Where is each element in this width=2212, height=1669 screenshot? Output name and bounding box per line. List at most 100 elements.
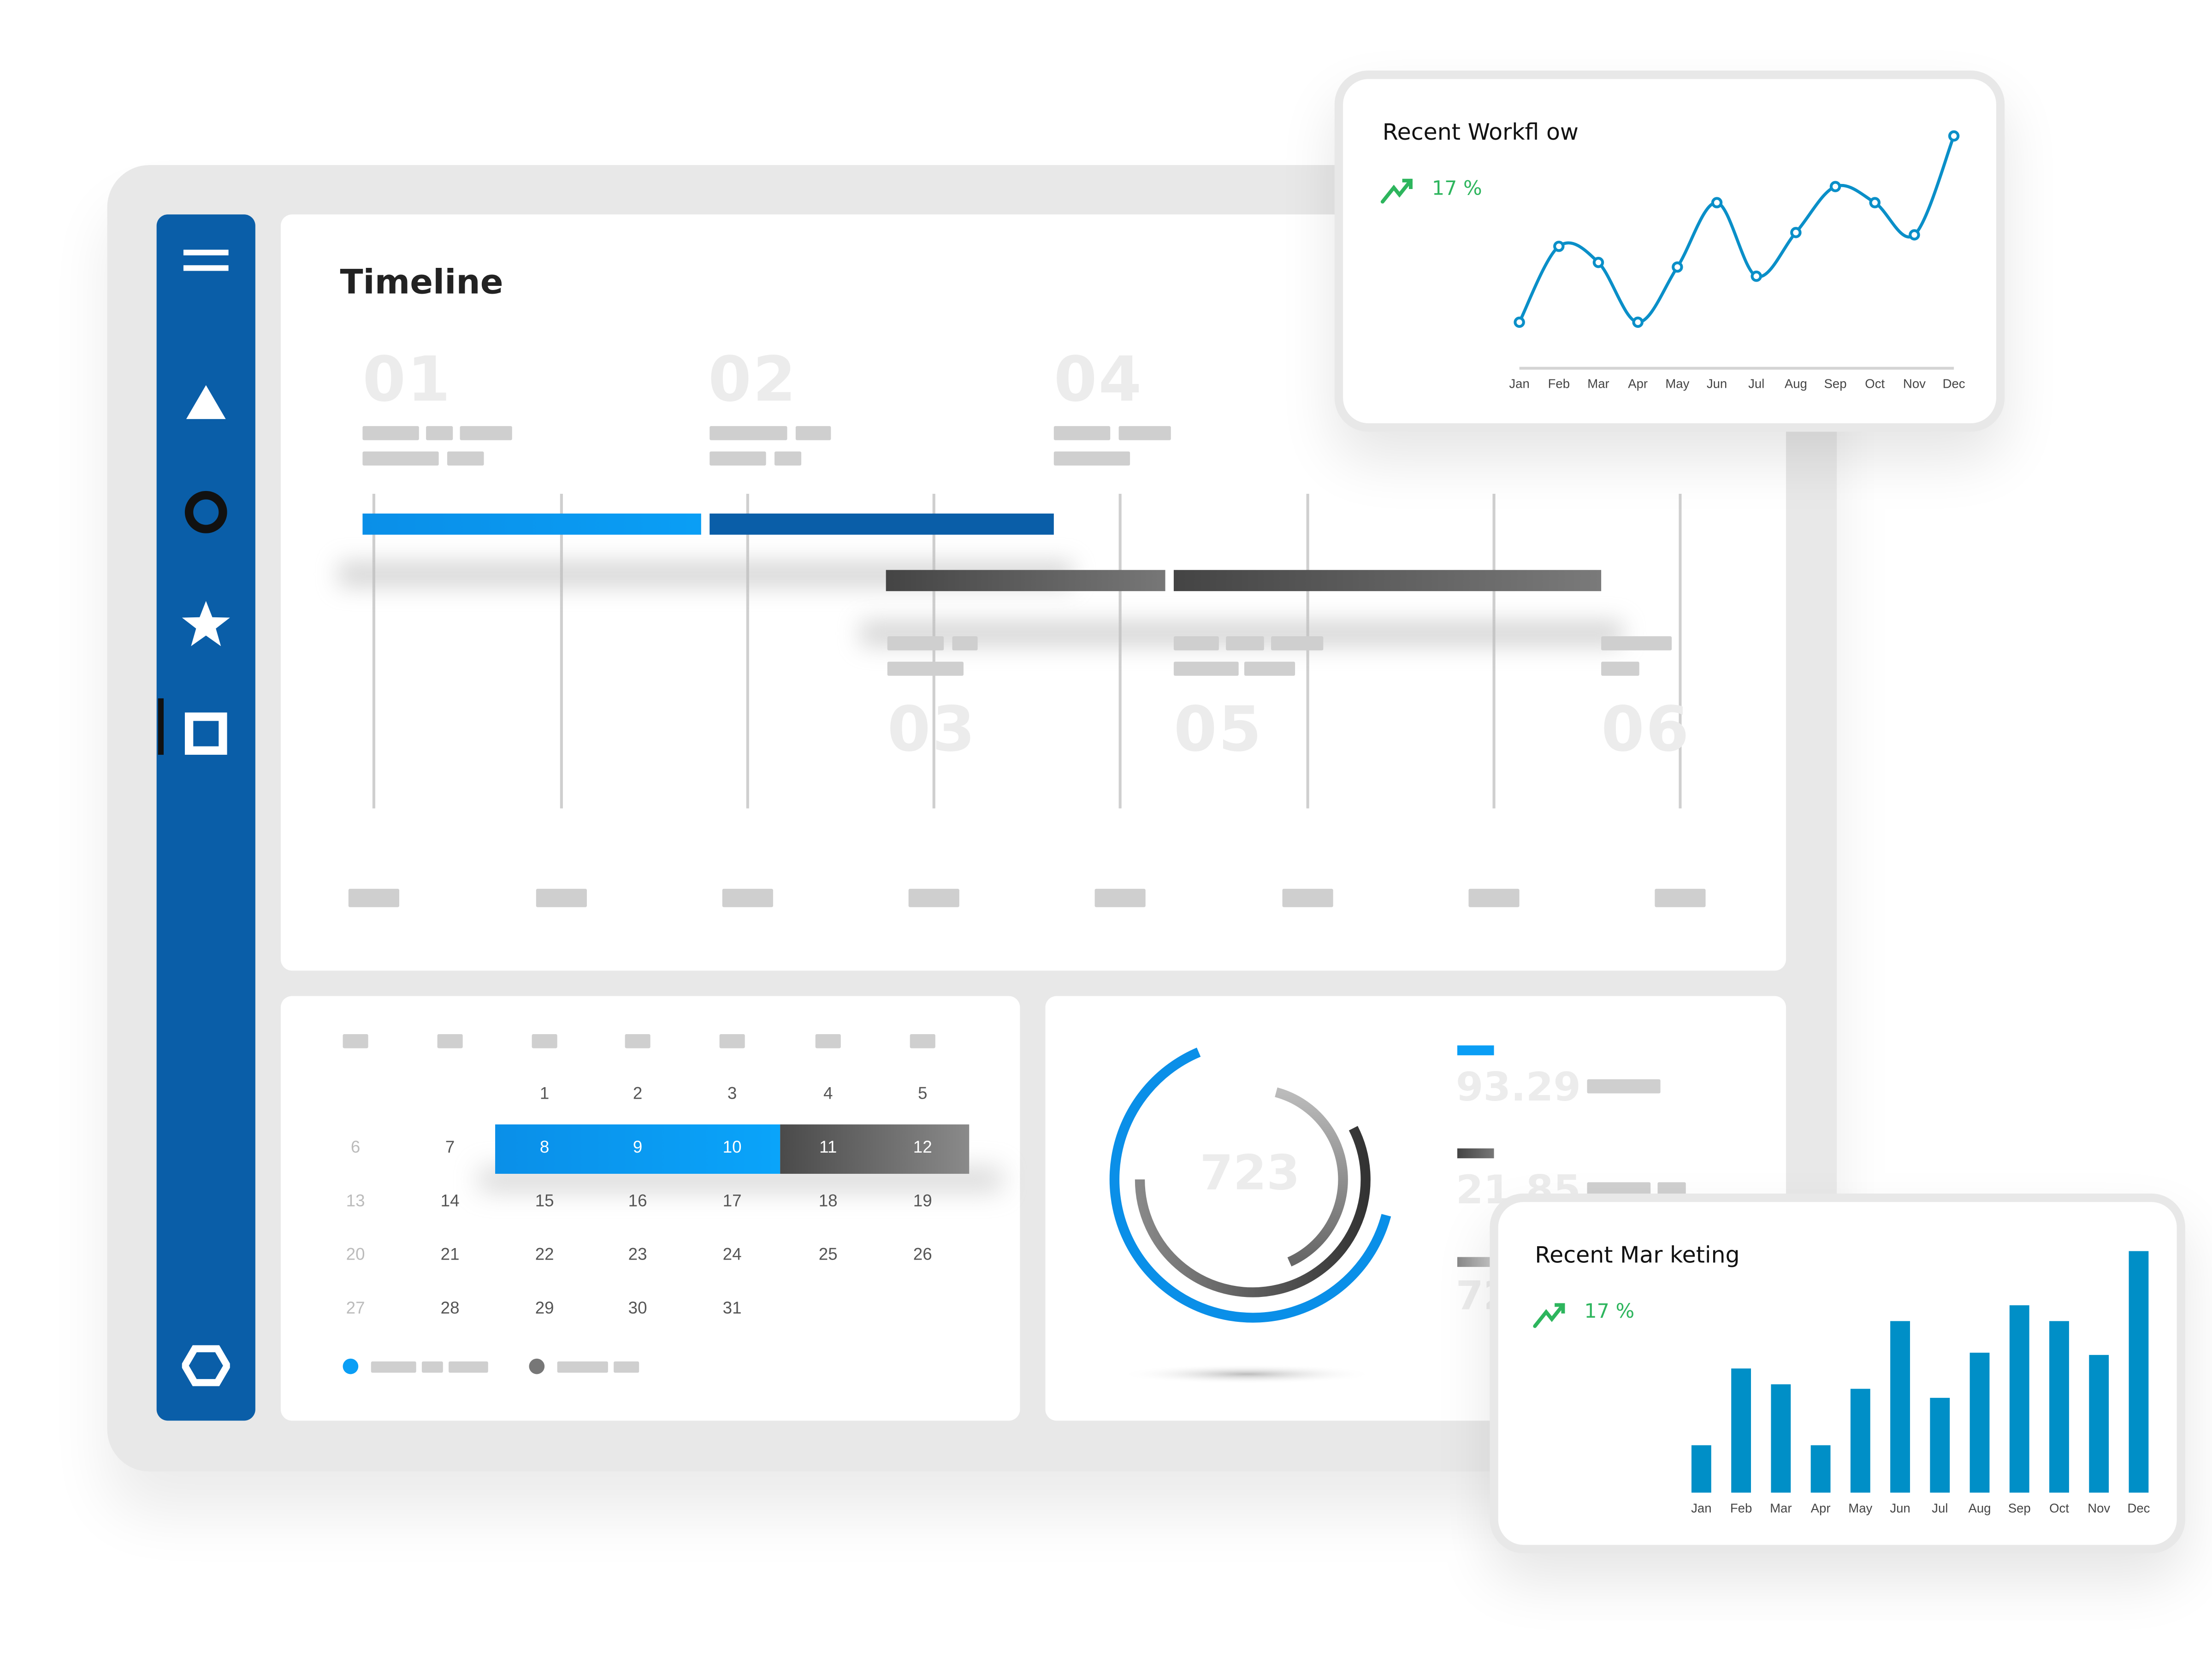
axis-label-placeholder (1282, 888, 1333, 907)
workflow-data-point (1553, 241, 1565, 252)
legend-label-placeholder (449, 1361, 488, 1373)
placeholder-bar (1173, 662, 1239, 676)
calendar-day[interactable]: 10 (690, 1137, 775, 1157)
circle-icon[interactable] (157, 484, 255, 540)
calendar-day[interactable]: 7 (408, 1137, 492, 1157)
placeholder-bar (1053, 426, 1111, 440)
calendar-day[interactable]: 28 (408, 1298, 492, 1318)
timeline-bar-04[interactable] (1173, 570, 1602, 592)
workflow-data-point (1948, 130, 1960, 142)
x-tick-label: Feb (1730, 1501, 1752, 1515)
calendar-day[interactable]: 29 (502, 1298, 587, 1318)
calendar-day[interactable]: 14 (408, 1191, 492, 1211)
timeline-gridline (1306, 494, 1309, 809)
milestone-number: 02 (708, 344, 798, 416)
calendar-day[interactable]: 11 (786, 1137, 870, 1157)
timeline-bar-03[interactable] (886, 570, 1165, 592)
calendar-day[interactable]: 18 (786, 1191, 870, 1211)
calendar-day[interactable]: 5 (880, 1083, 965, 1103)
calendar-day[interactable]: 9 (595, 1137, 680, 1157)
x-tick-label: Jun (1707, 377, 1727, 391)
placeholder-bar (710, 451, 766, 466)
calendar-day[interactable]: 12 (880, 1137, 965, 1157)
x-tick-label: May (1848, 1501, 1872, 1515)
x-tick-label: Aug (1785, 377, 1807, 391)
calendar-day[interactable]: 13 (313, 1191, 398, 1211)
calendar-day[interactable]: 26 (880, 1244, 965, 1264)
placeholder-bar (1601, 636, 1672, 651)
axis-label-placeholder (1094, 888, 1146, 907)
calendar-day[interactable]: 3 (690, 1083, 775, 1103)
marketing-bar (1810, 1445, 1831, 1493)
timeline-gridline (746, 494, 749, 809)
timeline-gridline (1492, 494, 1495, 809)
x-tick-label: Jun (1890, 1501, 1910, 1515)
weekday-header-placeholder (625, 1034, 651, 1048)
milestone-number: 04 (1053, 344, 1143, 416)
x-tick-label: Nov (1903, 377, 1926, 391)
marketing-bar-chart: Jan Feb Mar Apr May Jun Jul Aug Sep Oct Nov Dec (1691, 1251, 2150, 1515)
calendar-day[interactable]: 23 (595, 1244, 680, 1264)
legend-dot-blue (343, 1358, 359, 1374)
calendar-day[interactable]: 16 (595, 1191, 680, 1211)
triangle-icon[interactable] (157, 374, 255, 430)
calendar-day[interactable]: 25 (786, 1244, 870, 1264)
placeholder-bar (460, 426, 512, 440)
placeholder-bar (447, 451, 484, 466)
marketing-bar (1731, 1368, 1751, 1493)
legend-label-placeholder (371, 1361, 416, 1373)
star-icon[interactable] (157, 595, 255, 651)
placeholder-bar (952, 636, 978, 651)
marketing-bar (1691, 1445, 1711, 1493)
workflow-data-point (1672, 261, 1683, 273)
marketing-bar (2089, 1355, 2109, 1493)
calendar-day[interactable]: 31 (690, 1298, 775, 1318)
timeline-bar-02[interactable] (710, 513, 1054, 535)
placeholder-bar (1601, 662, 1639, 676)
hexagon-icon[interactable] (157, 1338, 255, 1394)
marketing-bar (1850, 1389, 1870, 1493)
timeline-title: Timeline (340, 262, 503, 302)
timeline-gridline (560, 494, 562, 809)
stat-label-placeholder (1587, 1079, 1661, 1094)
workflow-series-line (1518, 135, 1956, 324)
workflow-line-chart: Jan Feb Mar Apr May Jun Jul Aug Sep Oct Nov Dec (1509, 130, 1965, 391)
x-tick-label: Jan (1691, 1501, 1711, 1515)
calendar-day[interactable]: 4 (786, 1083, 870, 1103)
calendar-day[interactable]: 21 (408, 1244, 492, 1264)
weekday-header-placeholder (815, 1034, 841, 1048)
workflow-data-point (1632, 316, 1644, 328)
calendar-day[interactable]: 22 (502, 1244, 587, 1264)
placeholder-bar (362, 451, 439, 466)
marketing-bar (2049, 1321, 2069, 1493)
milestone-number: 05 (1173, 694, 1263, 766)
calendar-day[interactable]: 30 (595, 1298, 680, 1318)
calendar-day[interactable]: 27 (313, 1298, 398, 1318)
placeholder-bar (795, 426, 831, 440)
donut-shadow (1120, 1364, 1374, 1384)
calendar-day[interactable]: 15 (502, 1191, 587, 1211)
calendar-day[interactable]: 20 (313, 1244, 398, 1264)
x-tick-label: Aug (1969, 1501, 1991, 1515)
x-tick-label: Mar (1770, 1501, 1792, 1515)
timeline-bar-01[interactable] (362, 513, 701, 535)
calendar-day[interactable]: 8 (502, 1137, 587, 1157)
workflow-data-point (1711, 197, 1723, 208)
placeholder-bar (426, 426, 453, 440)
square-icon[interactable] (157, 705, 255, 762)
calendar-day[interactable]: 2 (595, 1083, 680, 1103)
placeholder-bar (1226, 636, 1264, 651)
placeholder-bar (1053, 451, 1130, 466)
x-tick-label: Dec (1943, 377, 1965, 391)
axis-label-placeholder (722, 888, 773, 907)
axis-label-placeholder (348, 888, 399, 907)
calendar-day[interactable]: 1 (502, 1083, 587, 1103)
calendar-day[interactable]: 6 (313, 1137, 398, 1157)
calendar-day[interactable]: 19 (880, 1191, 965, 1211)
menu-icon[interactable] (157, 234, 255, 290)
calendar-day[interactable]: 24 (690, 1244, 775, 1264)
workflow-data-point (1909, 229, 1920, 241)
calendar-day[interactable]: 17 (690, 1191, 775, 1211)
stat-swatch-dark (1457, 1148, 1494, 1159)
legend-label-placeholder (421, 1361, 443, 1373)
